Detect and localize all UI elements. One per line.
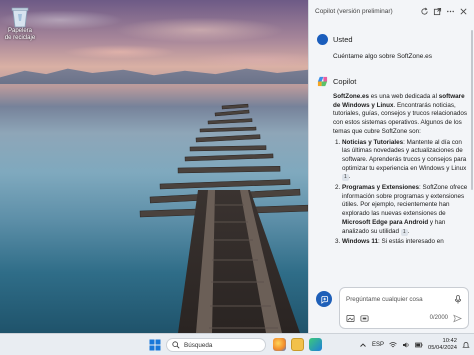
copilot-name: Copilot <box>333 77 357 86</box>
screenshot-icon[interactable] <box>360 314 369 323</box>
list-item-title: Programas y Extensiones <box>342 184 419 192</box>
list-item-text: . <box>348 173 351 181</box>
image-add-icon[interactable] <box>346 314 355 323</box>
character-counter: 0/2000 <box>429 315 448 321</box>
chevron-up-icon[interactable] <box>359 341 367 349</box>
wallpaper-pier <box>139 103 308 333</box>
new-topic-button[interactable] <box>316 291 332 307</box>
chat-scrollbar[interactable] <box>471 30 473 190</box>
reply-topic-list: Noticias y Tutoriales: Mantente al día c… <box>333 139 468 247</box>
send-icon[interactable] <box>453 314 462 323</box>
list-item: Noticias y Tutoriales: Mantente al día c… <box>342 139 468 183</box>
composer-area: 0/2000 <box>309 283 474 333</box>
volume-icon[interactable] <box>402 341 410 349</box>
user-name: Usted <box>333 35 353 44</box>
chat-input[interactable] <box>346 294 451 305</box>
citation-link[interactable]: 1 <box>400 228 408 236</box>
list-item-text: . <box>407 227 410 235</box>
copilot-logo-icon <box>317 76 328 87</box>
refresh-icon[interactable] <box>420 7 429 16</box>
wifi-icon[interactable] <box>389 341 397 349</box>
list-item: Programas y Extensiones: SoftZone ofrece… <box>342 184 468 236</box>
close-icon[interactable] <box>459 7 468 16</box>
open-new-window-icon[interactable] <box>433 7 442 16</box>
list-item-title: Noticias y Tutoriales <box>342 138 404 146</box>
file-explorer-icon[interactable] <box>291 338 304 351</box>
clock[interactable]: 10:42 05/04/2024 <box>428 338 457 352</box>
taskbar-search[interactable]: Búsqueda <box>166 338 266 352</box>
recycle-bin-label: Papelera de reciclaje <box>4 28 36 41</box>
copilot-title: Copilot (versión preliminar) <box>315 7 393 15</box>
user-avatar <box>317 34 328 45</box>
clock-time: 10:42 <box>442 338 457 344</box>
reply-bold-softzone: SoftZone.es <box>333 93 370 100</box>
citation-link[interactable]: 1 <box>342 174 349 182</box>
desktop-wallpaper: Papelera de reciclaje <box>0 0 308 333</box>
copilot-header: Copilot (versión preliminar) <box>309 0 474 22</box>
microphone-icon[interactable] <box>454 295 462 304</box>
list-item-title: Windows 11 <box>342 238 378 246</box>
recycle-bin-icon <box>11 7 29 28</box>
clock-date: 05/04/2024 <box>427 345 457 351</box>
list-item-bold: Microsoft Edge para Android <box>342 218 429 226</box>
system-tray: ESP 10:42 05/04/2024 <box>359 337 470 353</box>
list-item-text: : Si estás interesado en <box>377 238 444 246</box>
copilot-taskbar-icon[interactable] <box>273 338 286 351</box>
more-options-icon[interactable] <box>446 7 455 16</box>
copilot-pane: Copilot (versión preliminar) Usted Cuént… <box>308 0 474 333</box>
chat-composer: 0/2000 <box>339 287 469 329</box>
battery-icon[interactable] <box>415 341 423 349</box>
search-label: Búsqueda <box>184 341 213 349</box>
copilot-reply: SoftZone.es es una web dedicada al softw… <box>309 93 474 247</box>
search-icon <box>172 341 180 349</box>
copilot-message-header: Copilot <box>309 76 474 87</box>
user-message: Cuéntame algo sobre SoftZone.es <box>333 53 433 60</box>
recycle-bin[interactable]: Papelera de reciclaje <box>4 4 36 42</box>
reply-text: es una web dedicada al <box>369 93 439 100</box>
edge-browser-icon[interactable] <box>309 338 322 351</box>
language-indicator[interactable]: ESP <box>372 342 384 348</box>
list-item: Windows 11: Si estás interesado en <box>342 238 468 247</box>
start-button-icon[interactable] <box>149 339 161 351</box>
new-topic-icon <box>320 295 328 304</box>
taskbar: Búsqueda ESP 10:42 05/04/2024 <box>0 333 474 355</box>
notification-bell-icon[interactable] <box>462 341 470 349</box>
user-message-header: Usted <box>309 34 474 45</box>
